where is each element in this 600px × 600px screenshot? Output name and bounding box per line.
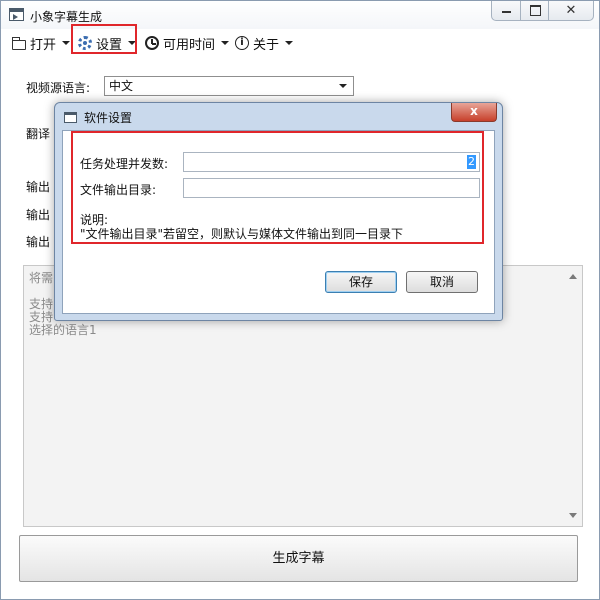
- translate-label: 翻译: [26, 127, 51, 141]
- window-title: 小象字幕生成: [30, 10, 103, 24]
- generate-subtitles-button[interactable]: 生成字幕: [19, 535, 578, 582]
- menu-about-label: 关于: [253, 37, 280, 53]
- cancel-button[interactable]: 取消: [406, 271, 478, 293]
- close-icon: ✕: [565, 3, 577, 18]
- info-line: 选择的语言1: [29, 323, 97, 337]
- clock-icon: [145, 36, 159, 50]
- dialog-app-icon: [64, 112, 77, 123]
- chevron-down-icon: [285, 41, 294, 45]
- dialog-close-button[interactable]: x: [451, 103, 497, 122]
- output-label-1: 输出: [26, 180, 51, 194]
- info-icon: i: [235, 36, 249, 50]
- output-label-3: 输出: [26, 235, 51, 249]
- info-line: 将需: [29, 271, 54, 285]
- scroll-down-icon[interactable]: [569, 513, 577, 518]
- source-language-label: 视频源语言:: [26, 81, 91, 95]
- source-language-select[interactable]: 中文: [104, 76, 354, 96]
- chevron-down-icon: [62, 41, 71, 45]
- close-button[interactable]: ✕: [549, 1, 593, 20]
- settings-highlight-box: [71, 24, 137, 54]
- close-icon: x: [470, 104, 478, 118]
- maximize-button[interactable]: [521, 1, 549, 20]
- chevron-down-icon: [339, 84, 347, 88]
- menu-available-time-label: 可用时间: [163, 37, 216, 53]
- menu-open-label: 打开: [30, 37, 57, 53]
- minimize-button[interactable]: [492, 1, 521, 20]
- window-controls: ✕: [491, 1, 594, 21]
- output-label-2: 输出: [26, 208, 51, 222]
- folder-open-icon: [12, 36, 26, 50]
- settings-fields-highlight-box: [71, 131, 484, 244]
- menu-open[interactable]: 打开: [12, 33, 71, 53]
- source-language-value: 中文: [109, 79, 134, 93]
- scroll-up-icon[interactable]: [569, 274, 577, 279]
- menu-about[interactable]: i 关于: [235, 33, 294, 53]
- save-button[interactable]: 保存: [325, 271, 397, 293]
- chevron-down-icon: [221, 41, 230, 45]
- app-icon: [9, 8, 24, 21]
- dialog-title: 软件设置: [84, 111, 133, 125]
- menu-available-time[interactable]: 可用时间: [145, 33, 230, 53]
